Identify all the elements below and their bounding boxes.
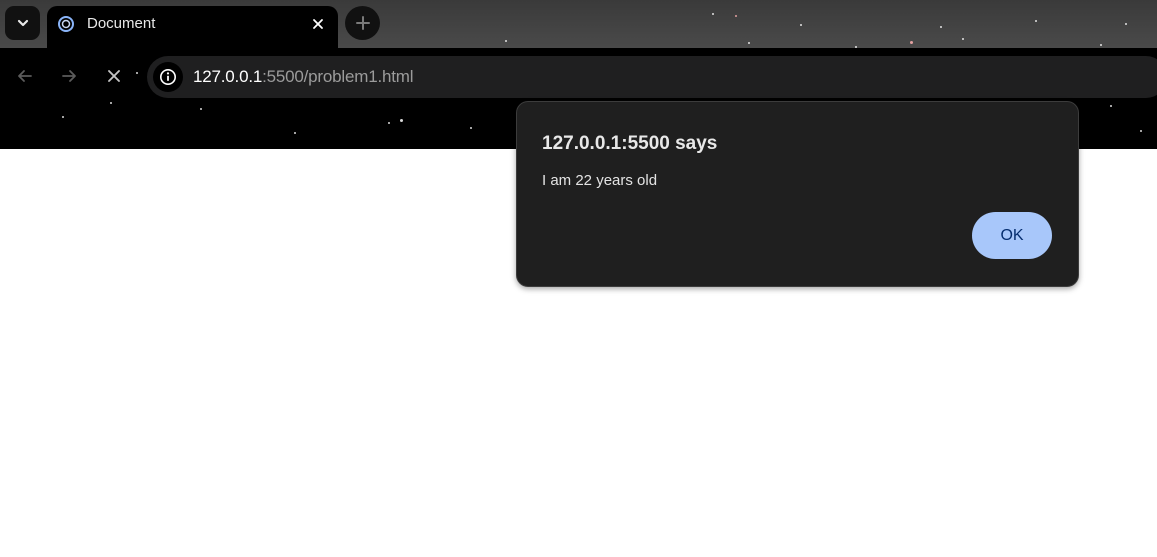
tab-close-button[interactable]	[308, 14, 328, 34]
alert-dialog: 127.0.0.1:5500 says I am 22 years old OK	[516, 101, 1079, 287]
loading-spinner-icon	[58, 16, 74, 32]
stop-loading-button[interactable]	[98, 60, 130, 92]
arrow-right-icon	[62, 70, 76, 82]
url-path: :5500/problem1.html	[262, 67, 414, 86]
ok-button[interactable]: OK	[972, 212, 1052, 259]
back-button[interactable]	[9, 60, 41, 92]
tab-title: Document	[87, 15, 156, 32]
url-text: 127.0.0.1:5500/problem1.html	[193, 67, 413, 87]
forward-button[interactable]	[53, 60, 85, 92]
info-icon	[160, 69, 176, 85]
tab-search-button[interactable]	[5, 6, 40, 40]
close-icon	[108, 70, 120, 82]
tab-active[interactable]: Document	[47, 6, 338, 48]
dialog-title: 127.0.0.1:5500 says	[542, 133, 718, 154]
close-icon	[313, 19, 323, 29]
dialog-message: I am 22 years old	[542, 172, 658, 189]
new-tab-button[interactable]	[345, 6, 380, 40]
address-bar[interactable]: 127.0.0.1:5500/problem1.html	[147, 56, 1157, 98]
chevron-down-icon	[17, 19, 28, 27]
plus-icon	[355, 16, 370, 30]
url-host: 127.0.0.1	[193, 67, 263, 86]
site-info-button[interactable]	[153, 62, 183, 92]
arrow-left-icon	[18, 70, 32, 82]
